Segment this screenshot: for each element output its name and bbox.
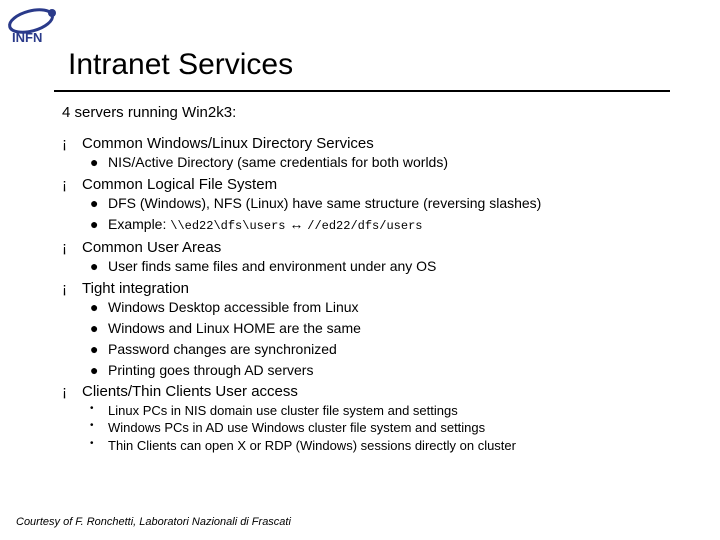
bullet-item: ¡ Common User Areas (62, 238, 682, 257)
dot-bullet-icon: ● (90, 362, 98, 380)
sub-text: DFS (Windows), NFS (Linux) have same str… (108, 195, 541, 211)
item-label: Tight integration (82, 280, 189, 297)
circle-bullet-icon: ¡ (62, 134, 67, 153)
sub-text: Example: (108, 216, 166, 232)
sub-text: Windows and Linux HOME are the same (108, 320, 361, 336)
dot-bullet-icon: ● (90, 195, 98, 213)
slide-title: Intranet Services (68, 48, 293, 82)
logo: INFN (6, 6, 64, 53)
dot-bullet-icon: ● (90, 154, 98, 172)
dot-bullet-icon: ● (90, 299, 98, 317)
sub-text: NIS/Active Directory (same credentials f… (108, 154, 448, 170)
bullet-item: ¡ Common Logical File System (62, 175, 682, 194)
item-label: Common Windows/Linux Directory Services (82, 135, 374, 152)
small-bullet-icon: • (90, 403, 94, 416)
bullet-item: ¡ Clients/Thin Clients User access (62, 382, 682, 401)
sub-item: • Thin Clients can open X or RDP (Window… (62, 438, 682, 455)
circle-bullet-icon: ¡ (62, 238, 67, 257)
sub-item: ● Windows and Linux HOME are the same (62, 320, 682, 338)
dot-bullet-icon: ● (90, 216, 98, 234)
sub-text: User finds same files and environment un… (108, 258, 436, 274)
sub-text: Windows Desktop accessible from Linux (108, 299, 359, 315)
dot-bullet-icon: ● (90, 320, 98, 338)
item-label: Common User Areas (82, 239, 221, 256)
small-bullet-icon: • (90, 420, 94, 433)
subtitle: 4 servers running Win2k3: (62, 104, 236, 121)
dot-bullet-icon: ● (90, 258, 98, 276)
sub-text: Password changes are synchronized (108, 341, 337, 357)
bullet-item: ¡ Tight integration (62, 279, 682, 298)
sub-text: Linux PCs in NIS domain use cluster file… (108, 403, 458, 418)
sub-text: Thin Clients can open X or RDP (Windows)… (108, 438, 516, 453)
svg-text:INFN: INFN (12, 30, 42, 45)
title-underline (54, 90, 670, 92)
code-path: //ed22/dfs/users (307, 219, 422, 233)
item-label: Clients/Thin Clients User access (82, 383, 298, 400)
circle-bullet-icon: ¡ (62, 175, 67, 194)
sub-item: ● DFS (Windows), NFS (Linux) have same s… (62, 195, 682, 213)
sub-item: ● Example: \\ed22\dfs\users ↔ //ed22/dfs… (62, 216, 682, 234)
sub-item: • Linux PCs in NIS domain use cluster fi… (62, 403, 682, 420)
code-path: \\ed22\dfs\users (170, 219, 285, 233)
bullet-item: ¡ Common Windows/Linux Directory Service… (62, 134, 682, 153)
sub-item: ● Password changes are synchronized (62, 341, 682, 359)
sub-item: ● Windows Desktop accessible from Linux (62, 299, 682, 317)
item-label: Common Logical File System (82, 176, 277, 193)
dot-bullet-icon: ● (90, 341, 98, 359)
arrow-icon: ↔ (289, 216, 303, 232)
circle-bullet-icon: ¡ (62, 382, 67, 401)
sub-item: ● Printing goes through AD servers (62, 362, 682, 380)
circle-bullet-icon: ¡ (62, 279, 67, 298)
sub-text: Windows PCs in AD use Windows cluster fi… (108, 420, 485, 435)
sub-text: Printing goes through AD servers (108, 362, 313, 378)
sub-item: • Windows PCs in AD use Windows cluster … (62, 420, 682, 437)
content-body: ¡ Common Windows/Linux Directory Service… (62, 134, 682, 456)
footer-credit: Courtesy of F. Ronchetti, Laboratori Naz… (16, 516, 291, 528)
sub-item: ● NIS/Active Directory (same credentials… (62, 154, 682, 172)
sub-item: ● User finds same files and environment … (62, 258, 682, 276)
small-bullet-icon: • (90, 438, 94, 451)
